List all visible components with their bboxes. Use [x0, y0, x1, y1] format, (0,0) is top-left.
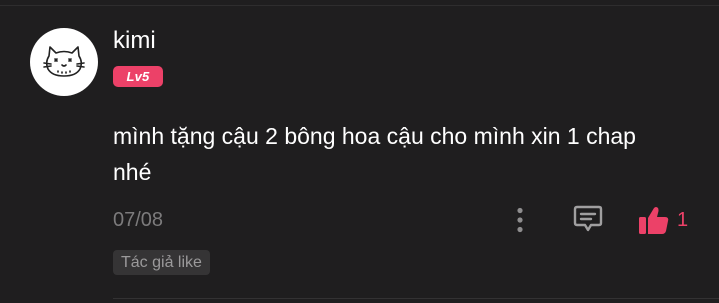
cat-avatar-icon	[43, 46, 85, 77]
like-count: 1	[677, 209, 689, 231]
reply-icon	[573, 205, 603, 232]
like-button[interactable]: 1	[638, 203, 688, 237]
top-divider	[0, 5, 719, 6]
more-options-button[interactable]	[508, 205, 532, 235]
comment-date: 07/08	[113, 209, 164, 231]
reply-button[interactable]	[571, 203, 605, 235]
thumbs-up-icon	[639, 207, 669, 234]
bottom-divider	[113, 298, 719, 299]
author-liked-badge: Tác giả like	[113, 250, 210, 275]
more-vertical-icon	[517, 207, 523, 233]
comment-text: mình tặng cậu 2 bông hoa cậu cho mình xi…	[113, 123, 636, 185]
avatar[interactable]	[30, 28, 98, 96]
level-badge: Lv5	[113, 66, 163, 87]
username[interactable]: kimi	[113, 26, 156, 56]
